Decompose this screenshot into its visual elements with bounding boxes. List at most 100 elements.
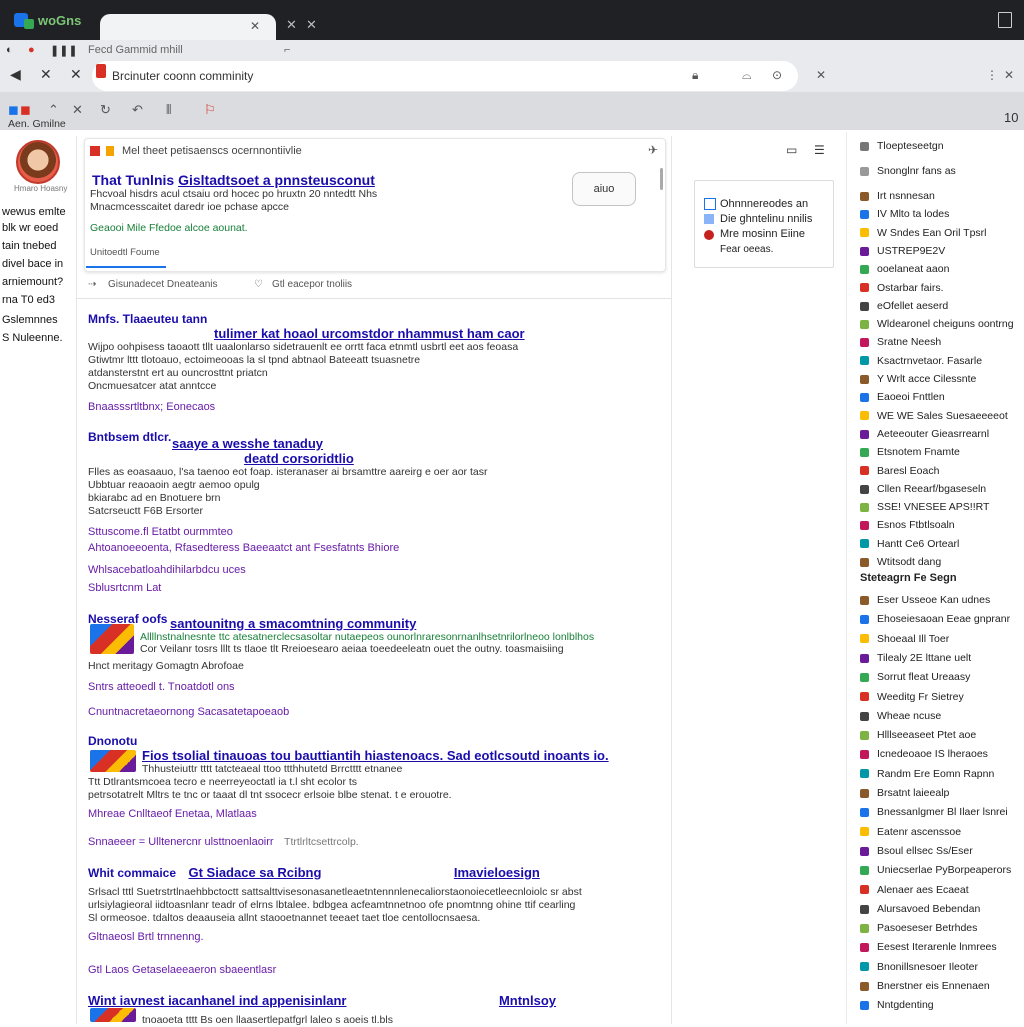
result-link[interactable]: Gltnaeosl Brtl trnnenng. <box>88 931 648 943</box>
featured-meta[interactable]: Gisunadecet Dneateanis <box>108 279 218 290</box>
sidebar-item[interactable]: Sratne Neesh <box>860 336 941 348</box>
sidebar-item[interactable]: Etsnotem Fnamte <box>860 446 960 458</box>
result-title[interactable]: santounitng a smacomtning community <box>170 616 648 631</box>
sidebar-item[interactable]: USTREP9E2V <box>860 245 945 257</box>
result-link[interactable]: Sblusrtcnm Lat <box>88 582 648 594</box>
sidebar-item[interactable]: Sorrut fleat Ureaasy <box>860 671 970 683</box>
sidebar-item[interactable]: Bsoul ellsec Ss/Eser <box>860 845 973 857</box>
sidebar-item[interactable]: ooelaneat aaon <box>860 263 949 275</box>
result-link[interactable]: Sttuscome.fl Etatbt ourmmteo <box>88 526 648 538</box>
list-icon[interactable]: ☰ <box>814 143 825 157</box>
result-thumbnail[interactable] <box>90 624 134 654</box>
bookmark-item[interactable]: Fecd Gammid mhill <box>88 44 183 56</box>
extension-icon[interactable]: ⊙ <box>772 68 782 82</box>
result-title[interactable]: Fios tsolial tinauoas tou bauttiantih hi… <box>142 748 648 763</box>
scrollbar-thumb[interactable] <box>660 168 663 190</box>
featured-title-b[interactable]: Gisltadtsoet a pnnsteusconut <box>178 172 375 188</box>
result-url[interactable]: Allllnstnalnesnte ttc atesatnerclecsasol… <box>140 631 648 643</box>
sidebar-item[interactable]: Esnos Ftbtlsoaln <box>860 519 955 531</box>
sidebar-item[interactable]: Cllen Reearf/bgaseseln <box>860 483 986 495</box>
dash-icon[interactable]: ⌐ <box>284 44 290 56</box>
result-link[interactable]: Gtl Laos Getaselaeeaeron sbaeentlasr <box>88 964 648 976</box>
browser-tab-active[interactable]: ✕ <box>100 14 276 40</box>
mail-icon[interactable]: ◼ <box>20 102 31 118</box>
close-tab-icon[interactable]: ✕ <box>250 19 260 33</box>
result-title[interactable]: deatd corsoridtlio <box>244 451 648 466</box>
sidebar-item[interactable]: SSE! VNESEE APS!!RT <box>860 501 989 513</box>
menu-icon[interactable]: ⋮ <box>986 68 998 82</box>
pause-icon[interactable]: ❚❚❚ <box>50 44 78 57</box>
result-link[interactable]: Whlsacebatloahdihilarbdcu uces <box>88 564 648 576</box>
result-title[interactable]: tulimer kat hoaol urcomstdor nhammust ha… <box>214 326 648 341</box>
featured-action-button[interactable]: aiuo <box>572 172 636 206</box>
lock-icon[interactable]: 🔒︎ <box>692 68 698 83</box>
result-source[interactable]: Dnonotu <box>88 734 648 748</box>
close-icon[interactable]: ✕ <box>72 102 83 118</box>
notification-icon[interactable]: ⚐ <box>204 102 216 118</box>
featured-title-a[interactable]: That Tunlnis <box>92 172 174 188</box>
sidebar-item[interactable]: Aeteeouter Gieasrrearnl <box>860 428 989 440</box>
sidebar-item[interactable]: Wldearonel cheiguns oontrng <box>860 318 1014 330</box>
sidebar-item[interactable]: Irt nsnnesan <box>860 190 935 202</box>
result-source[interactable]: Mnfs. Tlaaeuteu tann <box>88 312 207 326</box>
sidebar-item[interactable]: Ostarbar fairs. <box>860 282 944 294</box>
sidebar-item[interactable]: Alenaer aes Ecaeat <box>860 884 969 896</box>
comment-icon[interactable]: ▭ <box>786 143 797 157</box>
sidebar-item[interactable]: Weeditg Fr Sietrey <box>860 691 964 703</box>
result-title[interactable]: Imavieloesign <box>454 865 540 880</box>
reload-icon[interactable]: ✕ <box>70 66 82 83</box>
back-arrow-icon[interactable]: ◀ <box>10 66 21 83</box>
result-thumbnail[interactable] <box>90 750 136 772</box>
sidebar-item[interactable]: Y Wrlt acce Cilessnte <box>860 373 976 385</box>
sidebar-item[interactable]: W Sndes Ean Oril Tpsrl <box>860 227 987 239</box>
sidebar-item[interactable]: Bnonillsnesoer Ileoter <box>860 961 978 973</box>
forward-icon[interactable]: ✕ <box>40 66 52 83</box>
sidebar-item[interactable]: Brsatnt laieealp <box>860 787 949 799</box>
result-link[interactable]: Sntrs atteoedl t. Tnoatdotl ons <box>88 681 648 693</box>
refresh-icon[interactable]: ↻ <box>100 102 111 118</box>
sidebar-item[interactable]: Randm Ere Eomn Rapnn <box>860 768 994 780</box>
window-restore-icon[interactable] <box>998 12 1012 28</box>
result-link[interactable]: Ahtoanoeeoenta, Rfasedteress Baeeaatct a… <box>88 542 648 554</box>
cast-icon[interactable]: ⌓ <box>742 68 752 83</box>
result-title[interactable]: Mntnlsoy <box>499 993 556 1008</box>
sidebar-item[interactable]: Eatenr ascenssoe <box>860 826 961 838</box>
undo-icon[interactable]: ↶ <box>132 102 143 118</box>
result-link[interactable]: Bnaasssrtltbnx; Eonecaos <box>88 401 648 413</box>
chart-icon[interactable]: ⫴ <box>166 102 171 118</box>
result-thumbnail[interactable] <box>90 1008 136 1022</box>
sidebar-item[interactable]: Eser Usseoe Kan udnes <box>860 594 990 606</box>
avatar[interactable] <box>16 140 60 184</box>
sidebar-item[interactable]: Hlllseeaseet Ptet aoe <box>860 729 976 741</box>
result-link[interactable]: Cnuntnacretaeornong Sacasatetapoeaob <box>88 706 648 718</box>
result-source[interactable]: Whit commaice <box>88 866 176 880</box>
sidebar-item[interactable]: Alursavoed Bebendan <box>860 903 980 915</box>
sidebar-section-title[interactable]: Snonglnr fans as <box>860 165 956 177</box>
featured-meta[interactable]: Gtl eacepor tnoliis <box>272 279 352 290</box>
result-title[interactable]: Wint iavnest iacanhanel ind appenisinlan… <box>88 993 347 1008</box>
sidebar-item[interactable]: Nntgdenting <box>860 999 934 1011</box>
sidebar-item[interactable]: Ehoseiesaoan Eeae gnpranr <box>860 613 1010 625</box>
app-grid-icon[interactable]: ◼ <box>8 102 19 118</box>
pin-icon[interactable]: ✈ <box>648 143 658 157</box>
featured-url[interactable]: Geaooi Mile Ffedoe alcoe aounat. <box>90 222 248 234</box>
sidebar-item[interactable]: Shoeaal Ill Toer <box>860 633 949 645</box>
sidebar-item[interactable]: Uniecserlae PyBorpeaperors <box>860 864 1011 876</box>
sidebar-item[interactable]: Baresl Eoach <box>860 465 939 477</box>
close-icon[interactable]: ✕ <box>286 17 297 33</box>
more-icon[interactable]: ✕ <box>1004 68 1014 82</box>
sidebar-item[interactable]: Wheae ncuse <box>860 710 941 722</box>
result-link[interactable]: Snnaeeer = Ulltenercnr ulsttnoenlaoirr <box>88 836 274 848</box>
sidebar-item[interactable]: WE WE Sales Suesaeeeeot <box>860 410 1008 422</box>
arrow-up-icon[interactable]: ⌃ <box>48 102 59 118</box>
sidebar-item[interactable]: Bnerstner eis Ennenaen <box>860 980 990 992</box>
sidebar-item[interactable]: IV Mlto ta lodes <box>860 208 949 220</box>
globe-icon[interactable]: ◐ <box>6 44 13 56</box>
tab-featured[interactable]: Unitoedtl Foume <box>86 244 166 268</box>
sidebar-item[interactable]: Icnedeoaoe IS lheraoes <box>860 748 988 760</box>
close-icon[interactable]: ✕ <box>306 17 317 33</box>
result-title[interactable]: saaye a wesshe tanaduy <box>172 436 648 451</box>
sidebar-item[interactable]: Tilealy 2E lttane uelt <box>860 652 971 664</box>
sidebar-item[interactable]: Eaoeoi Fnttlen <box>860 391 945 403</box>
sidebar-header[interactable]: Tloepteseetgn <box>860 140 944 152</box>
